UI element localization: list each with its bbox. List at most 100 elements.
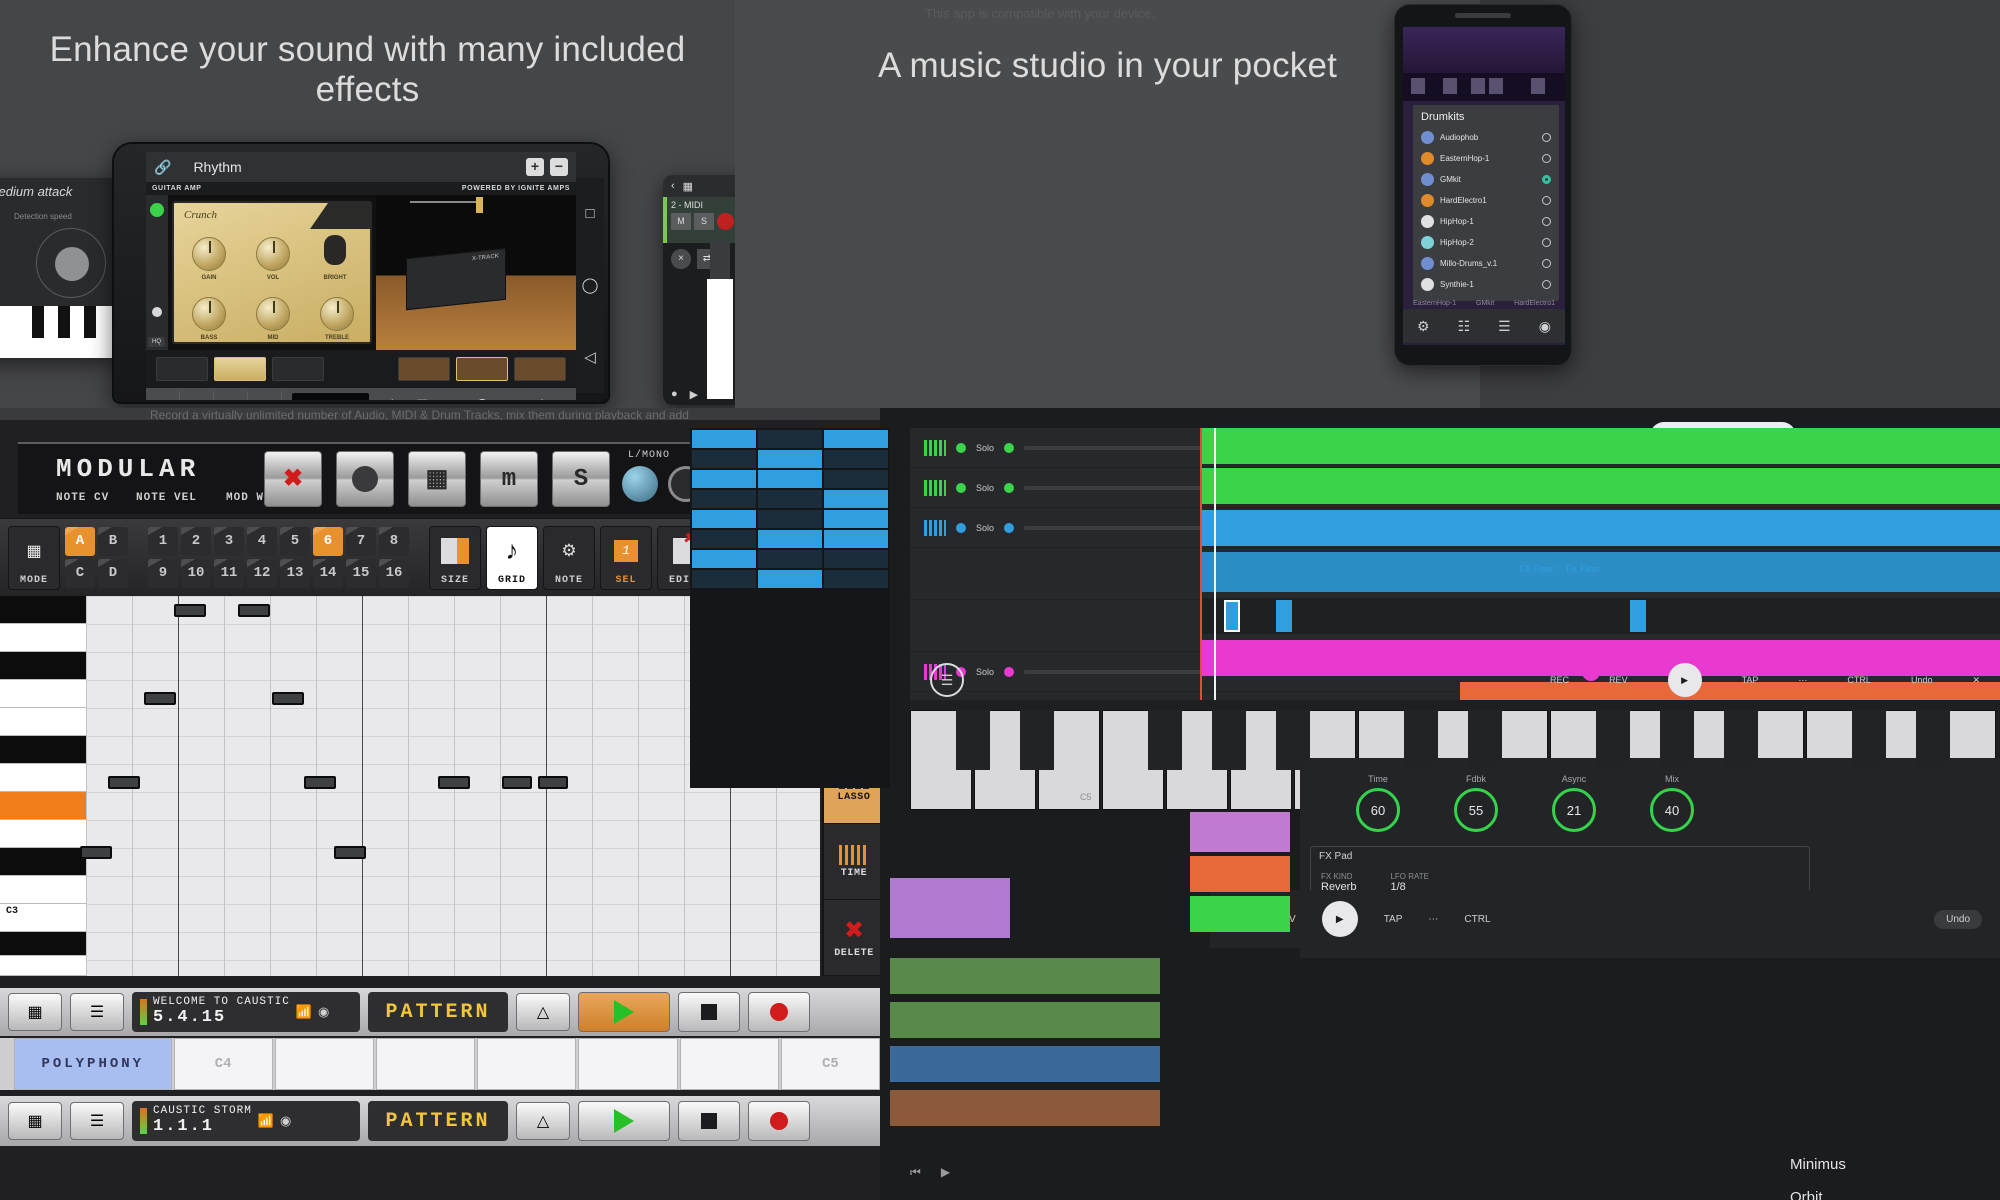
pattern-6[interactable]: 6 <box>313 527 343 556</box>
sliders-icon[interactable]: ☰ <box>930 663 964 697</box>
cab-item[interactable] <box>514 357 566 381</box>
mixer-icon[interactable]: ☰ <box>409 397 435 400</box>
pattern-mode-button-top[interactable]: PATTERN <box>368 992 508 1032</box>
pan-dot[interactable] <box>1004 522 1015 533</box>
tool-delete[interactable]: ✖ DELETE <box>824 900 884 976</box>
pattern-10[interactable]: 10 <box>181 559 211 588</box>
square-icon[interactable]: □ <box>585 205 594 222</box>
remove-button[interactable]: − <box>550 158 568 176</box>
fx-knob[interactable]: Mix 40 <box>1650 774 1694 832</box>
drumkit-radio[interactable] <box>1542 133 1551 142</box>
drumkit-item[interactable]: HardElectro1 <box>1413 190 1559 211</box>
bright-switch[interactable] <box>324 235 346 265</box>
jack-button[interactable] <box>336 451 394 507</box>
close-icon[interactable]: × <box>671 249 691 269</box>
key[interactable] <box>679 1038 779 1090</box>
rev-button[interactable]: REV <box>1609 675 1628 685</box>
note-block[interactable] <box>538 776 568 789</box>
note-block[interactable] <box>108 776 140 789</box>
drum-pad-strip[interactable] <box>1403 73 1565 101</box>
pattern-9[interactable]: 9 <box>148 559 178 588</box>
key[interactable] <box>578 1038 678 1090</box>
pad-sequencer-grid[interactable] <box>690 428 890 788</box>
ctrl-button[interactable]: CTRL <box>1464 914 1490 925</box>
pattern-13[interactable]: 13 <box>280 559 310 588</box>
pattern-1[interactable]: 1 <box>148 527 178 556</box>
bank-b[interactable]: B <box>98 527 128 556</box>
cab-item-selected[interactable] <box>456 357 508 381</box>
pattern-14[interactable]: 14 <box>313 559 343 588</box>
drumkit-item[interactable]: HipHop-2 <box>1413 232 1559 253</box>
fx-knob[interactable]: Async 21 <box>1552 774 1596 832</box>
clip[interactable] <box>1200 468 2000 504</box>
drums-icon[interactable]: ◯ <box>469 397 495 400</box>
metronome-icon[interactable]: △ <box>516 1102 570 1140</box>
play-button-top[interactable] <box>578 992 670 1032</box>
clip[interactable] <box>1190 896 1290 932</box>
drumkit-radio[interactable] <box>1542 154 1551 163</box>
ctrl-button[interactable]: CTRL <box>1847 675 1871 685</box>
add-button[interactable]: + <box>526 158 544 176</box>
bank-c[interactable]: C <box>65 559 95 588</box>
drumkit-item-selected[interactable]: GMkit <box>1413 169 1559 190</box>
record-icon[interactable]: ● <box>671 388 678 401</box>
record-icon[interactable]: ◉ <box>1539 318 1551 335</box>
mini-keyboard[interactable] <box>0 306 120 358</box>
wifi-icon[interactable]: 📶 <box>258 1113 274 1129</box>
fader[interactable] <box>707 241 733 399</box>
preset-item[interactable] <box>156 357 208 381</box>
drumkit-tab[interactable]: EasternHop-1 <box>1413 300 1456 307</box>
grid-button[interactable]: ♪ GRID <box>486 525 538 590</box>
pan-dot[interactable] <box>1004 442 1015 453</box>
rewind-icon[interactable]: ⏮ <box>910 1165 921 1180</box>
play-icon[interactable]: ▶ <box>941 1165 950 1180</box>
drumkit-item[interactable]: EasternHop-1 <box>1413 148 1559 169</box>
preset-item-selected[interactable] <box>214 357 266 381</box>
undo-button[interactable]: Undo <box>1911 675 1933 685</box>
tap-button[interactable]: TAP <box>1742 675 1759 685</box>
clip[interactable] <box>1200 552 2000 592</box>
rec-button[interactable]: REC <box>1550 675 1569 685</box>
play-icon[interactable]: ▶ <box>1667 663 1702 697</box>
preset-item[interactable]: Orbit <box>1790 1189 2000 1200</box>
metronome-icon[interactable]: △ <box>516 993 570 1031</box>
pattern-16[interactable]: 16 <box>379 559 409 588</box>
metronome-icon[interactable]: △ <box>499 397 525 400</box>
drumkit-radio[interactable] <box>1542 280 1551 289</box>
wifi-icon[interactable]: 📶 <box>296 1004 312 1020</box>
triangle-icon[interactable]: ◁ <box>584 348 596 366</box>
mute-button[interactable]: M <box>671 213 691 230</box>
undo-button[interactable]: Undo <box>1934 909 1982 929</box>
amp-bypass-knob[interactable] <box>152 307 162 317</box>
menu-icon[interactable]: ☰ <box>70 1102 124 1140</box>
key[interactable] <box>375 1038 476 1090</box>
keyboard-icon[interactable]: ■ <box>439 398 465 401</box>
more-icon[interactable]: ⋮ <box>529 397 555 400</box>
clip[interactable] <box>1200 428 2000 464</box>
solo-module-button[interactable]: S <box>552 451 610 507</box>
sel-button[interactable]: 1 SEL <box>600 525 652 590</box>
stop-button-top[interactable] <box>678 992 740 1032</box>
detection-dial[interactable] <box>36 228 106 298</box>
more-icon[interactable]: ⋯ <box>1798 675 1807 686</box>
preset-item[interactable]: Minimus <box>1790 1156 2000 1173</box>
fx-icon[interactable]: ❋ <box>379 397 405 400</box>
drumkit-tab[interactable]: GMkit <box>1476 300 1494 307</box>
clip[interactable] <box>890 1002 1160 1038</box>
tap-button[interactable]: TAP <box>1384 914 1403 925</box>
drumkit-radio[interactable] <box>1542 259 1551 268</box>
pattern-11[interactable]: 11 <box>214 559 244 588</box>
note-block[interactable] <box>502 776 532 789</box>
key[interactable] <box>274 1038 374 1090</box>
play-icon[interactable]: ▶ <box>1321 901 1358 937</box>
drumkit-radio[interactable] <box>1542 217 1551 226</box>
clip[interactable] <box>1190 856 1290 892</box>
note-block[interactable] <box>438 776 470 789</box>
clip[interactable] <box>1200 510 2000 546</box>
clip[interactable] <box>890 1046 1160 1082</box>
clip[interactable] <box>1190 812 1290 852</box>
delete-module-button[interactable]: ✖ <box>264 451 322 507</box>
solo-button[interactable]: Solo <box>976 523 994 533</box>
drumkit-tab[interactable]: HardElectro1 <box>1514 300 1555 307</box>
mid-knob[interactable] <box>256 297 290 331</box>
